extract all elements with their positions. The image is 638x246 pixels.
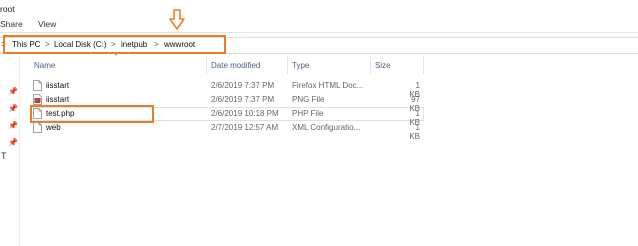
- file-date: 2/7/2019 12:57 AM: [211, 123, 279, 132]
- column-header-type[interactable]: Type: [292, 61, 309, 70]
- column-divider[interactable]: [423, 56, 424, 74]
- file-type: Firefox HTML Doc...: [292, 81, 364, 90]
- column-divider[interactable]: [206, 56, 207, 74]
- nav-pane-divider: [19, 56, 20, 246]
- column-divider[interactable]: [287, 56, 288, 74]
- sort-ascending-icon: ⌃: [113, 54, 119, 61]
- tab-share[interactable]: Share: [0, 19, 23, 29]
- address-highlight-box: [3, 35, 226, 54]
- file-date: 2/6/2019 7:37 PM: [211, 95, 275, 104]
- file-name[interactable]: iisstart: [46, 81, 69, 90]
- xml-file-icon: [33, 122, 42, 133]
- pin-icon[interactable]: 📌: [8, 104, 18, 113]
- file-name[interactable]: web: [46, 123, 61, 132]
- file-date: 2/6/2019 7:37 PM: [211, 81, 275, 90]
- file-type: PHP File: [292, 109, 324, 118]
- html-file-icon: [33, 80, 42, 91]
- annotation-arrow-icon: [169, 9, 185, 30]
- pin-icon[interactable]: 📌: [8, 138, 18, 147]
- file-type: XML Configuratio...: [292, 123, 361, 132]
- ribbon-divider: [0, 32, 638, 33]
- pin-icon[interactable]: 📌: [8, 87, 18, 96]
- file-date: 2/6/2019 10:18 PM: [211, 109, 279, 118]
- nav-pane-label[interactable]: T: [1, 151, 7, 161]
- file-name[interactable]: iisstart: [46, 95, 69, 104]
- file-type: PNG File: [292, 95, 325, 104]
- column-header-name[interactable]: Name: [34, 61, 55, 70]
- window-title: root: [0, 4, 15, 14]
- file-size: 1 KB: [409, 123, 420, 141]
- pin-icon[interactable]: 📌: [8, 121, 18, 130]
- tab-view[interactable]: View: [38, 19, 56, 29]
- png-file-icon: [33, 94, 42, 105]
- file-highlight-box: [30, 105, 154, 123]
- column-header-size[interactable]: Size: [375, 61, 391, 70]
- column-divider[interactable]: [370, 56, 371, 74]
- column-header-date[interactable]: Date modified: [211, 61, 260, 70]
